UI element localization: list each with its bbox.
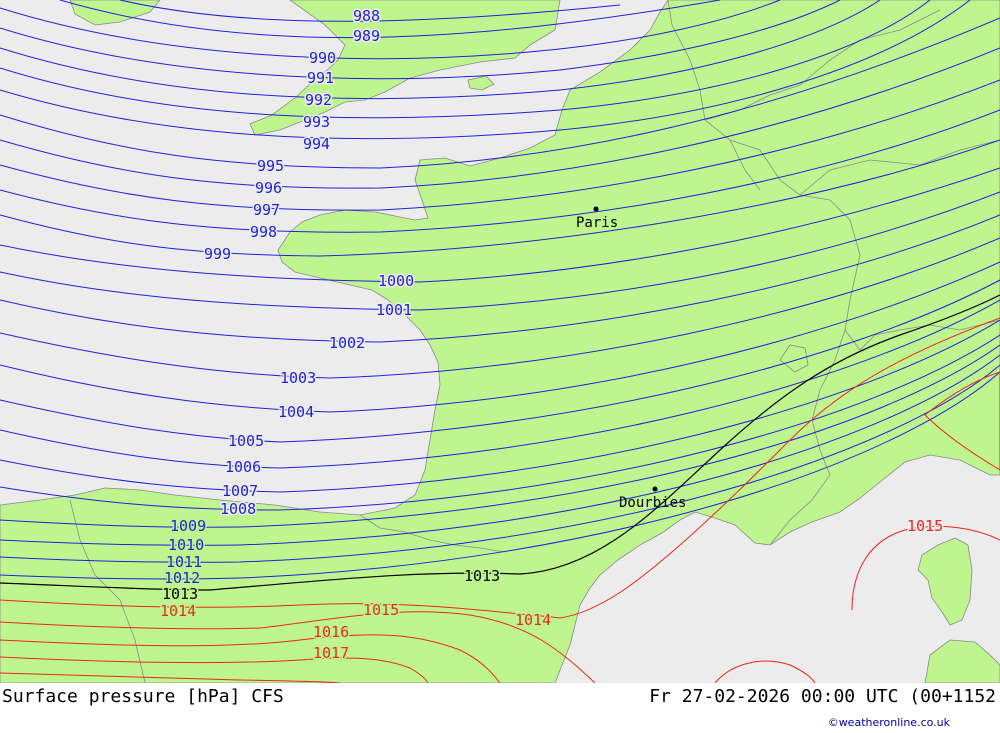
isobar-label-997: 997 [253,201,280,219]
isobar-label-1017: 1017 [313,644,349,662]
isobar-label-1013-west: 1013 [162,585,198,603]
city-dot-paris [593,206,599,212]
city-label-paris: Paris [576,215,618,231]
isobar-label-1004: 1004 [278,403,314,421]
isobar-label-993: 993 [303,113,330,131]
isobar-label-1006: 1006 [225,458,261,476]
isobar-label-1005: 1005 [228,432,264,450]
credit-link[interactable]: ©weatheronline.co.uk [828,716,950,729]
isobar-label-1010: 1010 [168,536,204,554]
isobar-label-1014-east: 1014 [515,611,551,629]
city-dot-dourbies [652,486,658,492]
isobar-label-989: 989 [353,27,380,45]
isobar-label-1009: 1009 [170,517,206,535]
isobar-label-1008: 1008 [220,500,256,518]
isobar-label-1001: 1001 [376,301,412,319]
isobar-label-1002: 1002 [329,334,365,352]
valid-time: Fr 27-02-2026 00:00 UTC (00+1152 [649,686,996,707]
map-canvas: Paris Dourbies 988 989 990 991 992 993 9… [0,0,1000,683]
isobar-label-995: 995 [257,157,284,175]
isobar-label-1000: 1000 [378,272,414,290]
isobar-label-994: 994 [303,135,330,153]
isobar-label-1013-east: 1013 [464,567,500,585]
isobar-label-1014-west: 1014 [160,602,196,620]
isobar-label-1007: 1007 [222,482,258,500]
isobar-label-1015-east: 1015 [907,517,943,535]
isobar-label-988: 988 [353,7,380,25]
city-label-dourbies: Dourbies [619,495,686,511]
isobar-label-999: 999 [204,245,231,263]
isobar-label-998: 998 [250,223,277,241]
isobar-label-996: 996 [255,179,282,197]
isobar-label-1015-west: 1015 [363,601,399,619]
map-footer: Surface pressure [hPa] CFS Fr 27-02-2026… [0,683,1000,733]
isobar-label-990: 990 [309,49,336,67]
isobar-label-1016: 1016 [313,623,349,641]
map-title: Surface pressure [hPa] CFS [2,686,284,707]
isobar-label-992: 992 [305,91,332,109]
isobar-label-991: 991 [307,69,334,87]
isobar-label-1003: 1003 [280,369,316,387]
pressure-map: Paris Dourbies 988 989 990 991 992 993 9… [0,0,1000,683]
